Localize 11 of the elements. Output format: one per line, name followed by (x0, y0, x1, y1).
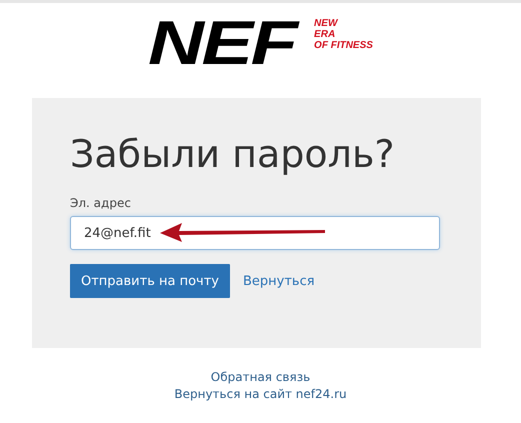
submit-button[interactable]: Отправить на почту (70, 264, 230, 298)
back-link[interactable]: Вернуться (243, 274, 315, 288)
logo-tagline: ERA (314, 29, 336, 40)
email-field[interactable]: 24@nef.fit (70, 216, 440, 250)
page-title: Забыли пароль? (70, 131, 396, 178)
logo-tagline: NEW (314, 18, 339, 29)
logo-wordmark: NEF (148, 15, 296, 73)
field-label: Эл. адрес (70, 196, 131, 210)
footer-link[interactable]: Обратная связь (210, 370, 310, 384)
footer-link[interactable]: Вернуться на сайт nef24.ru (174, 387, 347, 401)
logo-tagline: OF FITNESS (314, 40, 373, 51)
